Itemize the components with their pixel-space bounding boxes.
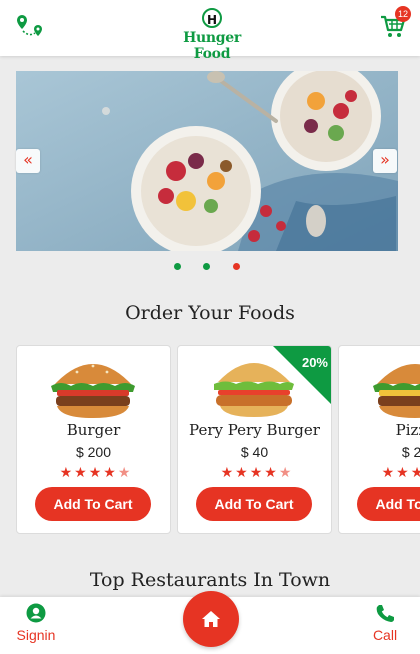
- brand-logo[interactable]: H Hunger Food: [170, 8, 254, 62]
- carousel-dot-1[interactable]: [174, 263, 181, 270]
- hero-carousel-image: [16, 71, 398, 251]
- product-card[interactable]: Burger $ 200 ★★★★★ Add To Cart: [16, 345, 171, 534]
- add-to-cart-button[interactable]: Add To Cart: [35, 487, 151, 521]
- order-section-title: Order Your Foods: [125, 302, 295, 324]
- nav-signin[interactable]: Signin: [1, 597, 71, 654]
- cart-count-badge: 12: [395, 6, 411, 22]
- discount-label: 20%: [301, 355, 328, 370]
- rating-stars: ★★★★★: [220, 465, 294, 481]
- pizza-image: [373, 364, 420, 418]
- rating-stars: ★★★★★: [59, 465, 133, 481]
- product-price: $ 20: [401, 444, 420, 460]
- food-bowls-photo: [16, 71, 398, 251]
- user-circle-icon: [26, 603, 46, 623]
- rating-stars: ★★★★★: [381, 465, 420, 481]
- home-button[interactable]: [183, 591, 239, 647]
- carousel-dot-3-active[interactable]: [233, 263, 240, 270]
- logo-mark: H: [202, 8, 222, 28]
- add-to-cart-button[interactable]: Add To Cart: [357, 487, 420, 521]
- nav-call[interactable]: Call: [350, 597, 420, 654]
- nav-call-label: Call: [372, 627, 398, 643]
- logo-text: Hunger Food: [183, 30, 241, 62]
- home-icon: [202, 611, 220, 627]
- product-price: $ 40: [240, 444, 269, 460]
- burger-image: [51, 364, 135, 418]
- product-price: $ 200: [75, 444, 112, 460]
- carousel-dot-2[interactable]: [203, 263, 210, 270]
- route-icon[interactable]: [15, 13, 45, 41]
- product-card[interactable]: Pizza $ 20 ★★★★★ Add To Cart: [338, 345, 420, 534]
- add-to-cart-button[interactable]: Add To Cart: [196, 487, 312, 521]
- product-name: Pizza: [395, 421, 420, 439]
- product-name: Burger: [66, 421, 121, 439]
- product-name: Pery Pery Burger: [189, 421, 320, 439]
- carousel-next-button[interactable]: »: [373, 149, 397, 173]
- app-header: H Hunger Food 12: [0, 0, 420, 62]
- restaurants-section-title: Top Restaurants In Town: [89, 569, 331, 591]
- nav-signin-label: Signin: [16, 627, 56, 643]
- carousel-indicators: [170, 263, 250, 273]
- phone-icon: [376, 605, 394, 622]
- product-card[interactable]: 20% Pery Pery Burger $ 40 ★★★★★ Add To C…: [177, 345, 332, 534]
- product-carousel: Burger $ 200 ★★★★★ Add To Cart 20% Pery …: [16, 345, 420, 535]
- carousel-prev-button[interactable]: «: [16, 149, 40, 173]
